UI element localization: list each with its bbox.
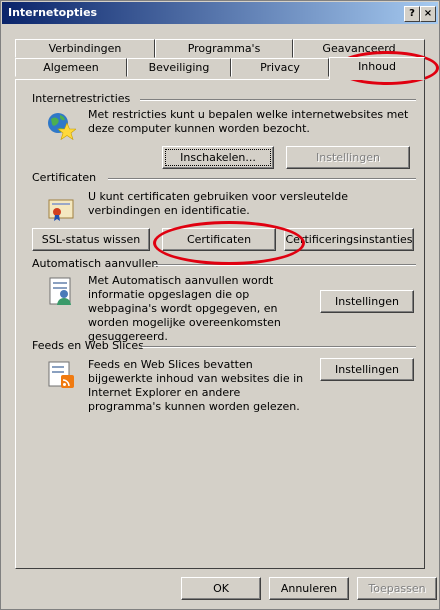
autocomplete-icon [49, 277, 71, 305]
globe-star-icon [48, 113, 76, 140]
section-divider [140, 99, 416, 101]
close-button[interactable]: × [420, 6, 436, 22]
feed-icon [48, 361, 74, 388]
autocomplete-heading: Automatisch aanvullen [32, 257, 159, 270]
certificates-description: U kunt certificaten gebruiken voor versl… [88, 190, 349, 217]
tab-geavanceerd[interactable]: Geavanceerd [293, 39, 425, 58]
certificates-heading: Certificaten [32, 171, 97, 184]
ok-button-label: OK [213, 582, 229, 595]
section-divider [108, 178, 416, 180]
tab-algemeen[interactable]: Algemeen [15, 58, 127, 77]
restrictions-settings-button[interactable]: Instellingen [286, 146, 410, 169]
section-divider [154, 264, 416, 266]
title-bar[interactable]: Internetopties ? × [2, 2, 438, 24]
feeds-heading: Feeds en Web Slices [32, 339, 144, 352]
tab-verbindingen[interactable]: Verbindingen [15, 39, 155, 58]
tab-inhoud[interactable]: Inhoud [329, 57, 425, 80]
clear-ssl-state-button[interactable]: SSL-status wissen [32, 228, 150, 251]
internet-options-dialog: Internetopties ? × Verbindingen Programm… [0, 0, 440, 610]
cancel-button[interactable]: Annuleren [269, 577, 349, 600]
clear-ssl-state-label: SSL-status wissen [41, 233, 141, 246]
feeds-description: Feeds en Web Slices bevatten bijgewerkte… [88, 358, 304, 413]
internet-restrictions-description: Met restricties kunt u bepalen welke int… [88, 108, 409, 135]
ok-button[interactable]: OK [181, 577, 261, 600]
apply-button-label: Toepassen [368, 582, 426, 595]
cancel-button-label: Annuleren [280, 582, 338, 595]
autocomplete-description: Met Automatisch aanvullen wordt informat… [88, 274, 281, 343]
certificate-authorities-button[interactable]: Certificeringsinstanties [284, 228, 414, 251]
section-divider [142, 346, 416, 348]
certificates-button[interactable]: Certificaten [162, 228, 276, 251]
enable-button-label: Inschakelen... [180, 151, 256, 164]
restrictions-settings-label: Instellingen [316, 151, 380, 164]
tab-privacy[interactable]: Privacy [231, 58, 329, 77]
content-tab-panel: Internetrestricties Met restricties kunt… [15, 79, 425, 569]
tab-beveiliging[interactable]: Beveiliging [127, 58, 231, 77]
apply-button[interactable]: Toepassen [357, 577, 437, 600]
window-title: Internetopties [8, 6, 98, 19]
autocomplete-settings-label: Instellingen [335, 295, 399, 308]
enable-button[interactable]: Inschakelen... [162, 146, 274, 169]
feeds-settings-label: Instellingen [335, 363, 399, 376]
help-button[interactable]: ? [404, 6, 420, 22]
autocomplete-settings-button[interactable]: Instellingen [320, 290, 414, 313]
certificates-button-label: Certificaten [186, 233, 252, 246]
certificate-authorities-label: Certificeringsinstanties [285, 233, 413, 246]
tab-programmas[interactable]: Programma's [155, 39, 293, 58]
feeds-settings-button[interactable]: Instellingen [320, 358, 414, 381]
certificate-icon [48, 199, 74, 221]
internet-restrictions-heading: Internetrestricties [32, 92, 131, 105]
